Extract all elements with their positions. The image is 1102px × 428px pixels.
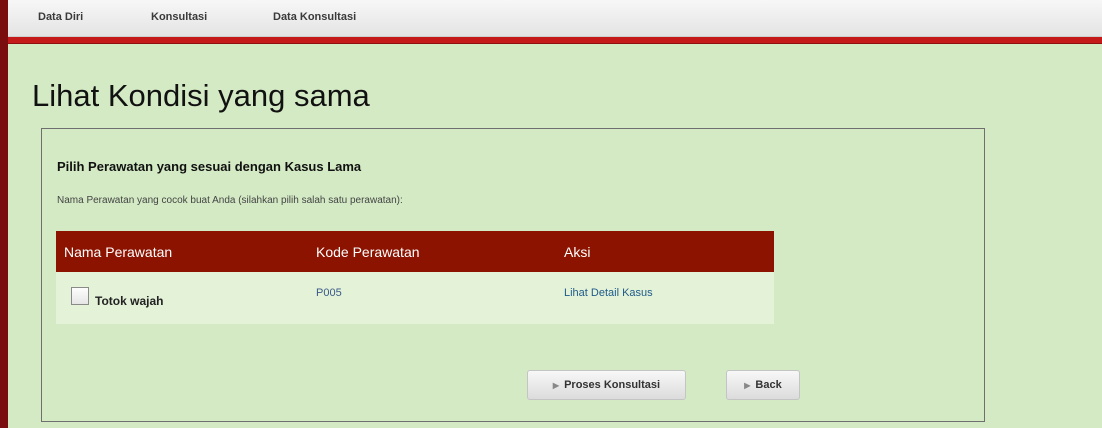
treatment-name: Totok wajah xyxy=(95,294,164,308)
treatment-checkbox[interactable] xyxy=(71,287,89,305)
proses-konsultasi-button[interactable]: ▶ Proses Konsultasi xyxy=(527,370,686,400)
nav-item-data-diri[interactable]: Data Diri xyxy=(38,11,83,23)
back-label: Back xyxy=(755,379,782,391)
play-arrow-icon: ▶ xyxy=(744,381,751,390)
table-header-row: Nama Perawatan Kode Perawatan Aksi xyxy=(56,231,774,272)
column-header-kode: Kode Perawatan xyxy=(308,231,556,272)
cell-nama: Totok wajah xyxy=(56,272,308,324)
proses-konsultasi-label: Proses Konsultasi xyxy=(564,379,661,391)
back-button[interactable]: ▶ Back xyxy=(726,370,800,400)
treatment-table: Nama Perawatan Kode Perawatan Aksi Totok… xyxy=(56,231,774,324)
detail-case-link[interactable]: Lihat Detail Kasus xyxy=(564,287,653,299)
column-header-nama: Nama Perawatan xyxy=(56,231,308,272)
nav-item-data-konsultasi[interactable]: Data Konsultasi xyxy=(273,11,356,23)
cell-kode: P005 xyxy=(308,272,556,324)
cell-aksi: Lihat Detail Kasus xyxy=(556,272,774,324)
panel-heading: Pilih Perawatan yang sesuai dengan Kasus… xyxy=(57,159,362,174)
table-row: Totok wajah P005 Lihat Detail Kasus xyxy=(56,272,774,324)
content-panel: Pilih Perawatan yang sesuai dengan Kasus… xyxy=(41,128,985,422)
column-header-aksi: Aksi xyxy=(556,231,774,272)
panel-subtitle: Nama Perawatan yang cocok buat Anda (sil… xyxy=(57,195,403,206)
top-navigation: Data Diri Konsultasi Data Konsultasi xyxy=(8,0,1102,37)
page-title: Lihat Kondisi yang sama xyxy=(32,78,370,113)
play-arrow-icon: ▶ xyxy=(552,381,560,390)
treatment-code: P005 xyxy=(316,287,342,299)
nav-accent-bar xyxy=(8,37,1102,44)
left-edge-bar xyxy=(0,0,8,428)
nav-item-konsultasi[interactable]: Konsultasi xyxy=(151,11,207,23)
